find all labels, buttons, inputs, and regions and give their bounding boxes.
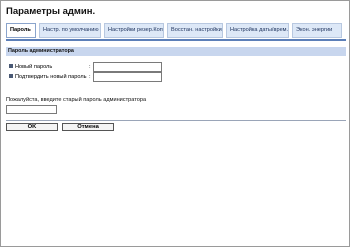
tab-bar: Пароль Настр. по умолчанию Настройки рез… <box>6 23 346 38</box>
tab-backup-settings[interactable]: Настройки резер.Коп <box>104 23 164 38</box>
old-password-input[interactable] <box>6 105 57 114</box>
field-colon: : <box>89 64 91 70</box>
divider <box>6 120 346 121</box>
tab-underline <box>6 39 346 41</box>
field-colon: : <box>89 74 91 80</box>
ok-button[interactable]: OK <box>6 123 58 131</box>
confirm-password-label: Подтвердить новый пароль <box>15 74 87 80</box>
page-title: Параметры админ. <box>6 6 96 17</box>
confirm-password-input[interactable] <box>93 72 162 82</box>
tab-defaults[interactable]: Настр. по умолчанию <box>39 23 101 38</box>
cancel-button[interactable]: Отмена <box>62 123 114 131</box>
bullet-icon <box>9 64 13 69</box>
tab-date-time[interactable]: Настройка даты/врем. <box>226 23 289 38</box>
admin-settings-window: Параметры админ. Пароль Настр. по умолча… <box>0 0 350 247</box>
section-header: Пароль администратора <box>6 47 346 56</box>
new-password-input[interactable] <box>93 62 162 72</box>
tab-energy-saving[interactable]: Экон. энергии <box>292 23 342 38</box>
tab-password[interactable]: Пароль <box>6 23 36 38</box>
new-password-label: Новый пароль <box>15 64 53 70</box>
tab-restore-settings[interactable]: Восстан. настройки <box>167 23 223 38</box>
old-password-prompt: Пожалуйста, введите старый пароль админи… <box>6 97 147 103</box>
bullet-icon <box>9 74 13 79</box>
